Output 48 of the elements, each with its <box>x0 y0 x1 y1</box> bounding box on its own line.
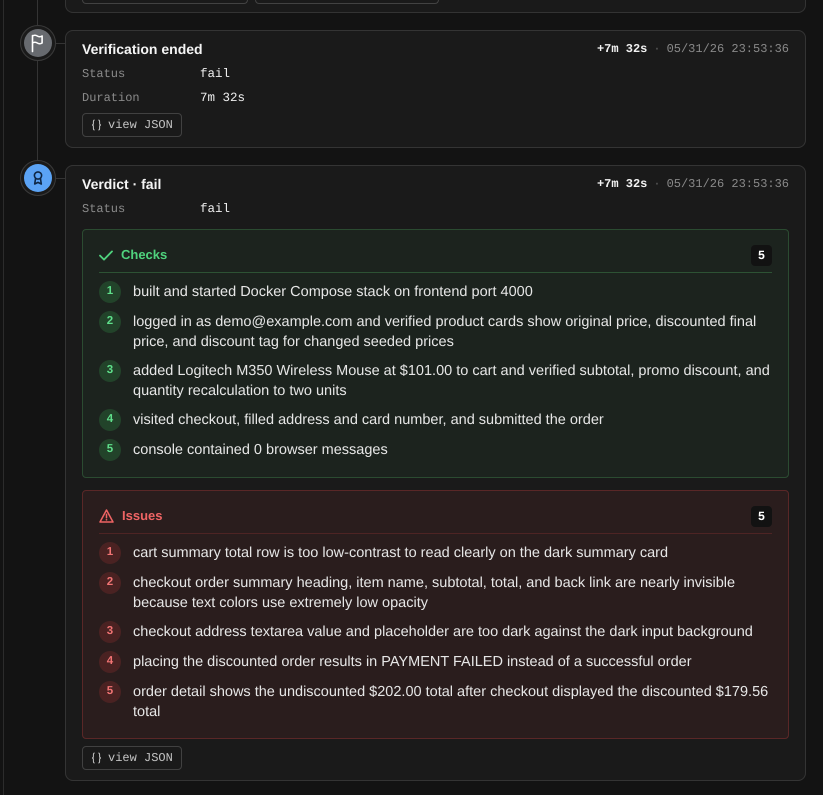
item-number: 3 <box>99 360 121 382</box>
item-number: 4 <box>99 651 121 673</box>
section-title: Issues <box>122 507 162 526</box>
item-number: 2 <box>99 311 121 333</box>
field-value: 7m 32s <box>200 90 246 107</box>
issue-text: checkout order summary heading, item name, subtotal, total, and back link are nearly invisible because text colors use extremely low opacity <box>133 574 736 613</box>
warning-icon <box>99 509 114 523</box>
check-icon <box>99 250 113 260</box>
item-count: 5 <box>751 506 772 526</box>
field-label: Status <box>82 66 126 83</box>
check-text: logged in as demo@example.com and verified product cards show original price, discounted final price, and discount tag for changed seeded prices <box>133 313 758 352</box>
issue-text: checkout address textarea value and placeholder are too dark against the dark input background <box>133 623 753 642</box>
item-number: 5 <box>99 681 121 703</box>
item-count: 5 <box>751 244 772 266</box>
timestamp: 05/31/26 23:53:36 <box>666 42 789 56</box>
cut-off-button[interactable] <box>82 0 248 4</box>
field-label: Duration <box>82 90 141 107</box>
item-number: 4 <box>99 409 121 431</box>
separator-dot: · <box>653 177 661 191</box>
field-value: fail <box>200 66 230 83</box>
elapsed-time: +7m 32s <box>596 177 648 191</box>
view-json-button[interactable]: view JSON <box>82 746 182 770</box>
issue-text: order detail shows the undiscounted $202.00 total after checkout displayed the discounted $179.56 total <box>133 683 770 722</box>
check-text: console contained 0 browser messages <box>133 441 388 460</box>
elapsed-time: +7m 32s <box>596 42 648 56</box>
award-icon <box>20 160 56 196</box>
issue-text: placing the discounted order results in PAYMENT FAILED instead of a successful order <box>133 653 692 672</box>
item-number: 3 <box>99 621 121 643</box>
view-json-button[interactable]: view JSON <box>82 113 182 137</box>
separator-dot: · <box>653 42 661 56</box>
braces-icon <box>91 752 102 764</box>
field-value: fail <box>200 200 230 218</box>
event-title: Verdict · fail <box>82 175 162 194</box>
item-number: 2 <box>99 572 121 594</box>
check-text: built and started Docker Compose stack on frontend port 4000 <box>133 283 533 302</box>
issue-text: cart summary total row is too low-contrast to read clearly on the dark summary card <box>133 544 668 563</box>
item-number: 5 <box>99 439 121 461</box>
section-title: Checks <box>121 246 168 264</box>
field-label: Status <box>82 201 126 218</box>
braces-icon <box>91 119 102 131</box>
cut-off-button[interactable] <box>255 0 439 4</box>
item-number: 1 <box>99 542 121 564</box>
flag-icon <box>20 25 56 61</box>
timestamp: 05/31/26 23:53:36 <box>666 177 789 191</box>
check-text: visited checkout, filled address and card number, and submitted the order <box>133 411 604 430</box>
event-title: Verification ended <box>82 40 203 59</box>
item-number: 1 <box>99 281 121 303</box>
check-text: added Logitech M350 Wireless Mouse at $101.00 to cart and verified subtotal, promo discount, and quantity recalculation to two units <box>133 362 771 401</box>
